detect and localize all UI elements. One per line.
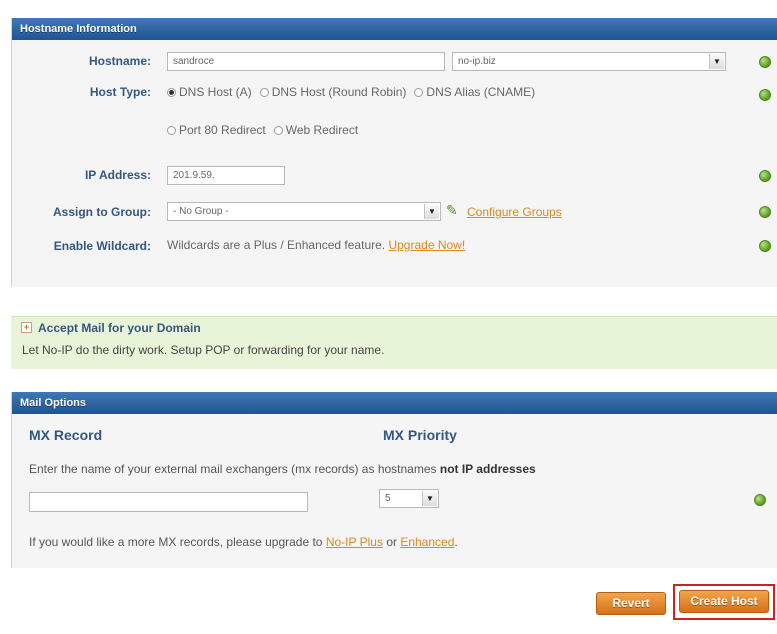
mx-priority-value: 5 — [385, 493, 391, 504]
host-type-label: Host Type: — [89, 85, 151, 99]
ip-address-input[interactable]: 201.9.59. — [167, 166, 285, 185]
host-type-options-row2: Port 80 Redirect Web Redirect — [167, 118, 366, 142]
wildcard-ok-icon — [759, 240, 771, 252]
hostname-label: Hostname: — [88, 54, 151, 68]
wildcard-text: Wildcards are a Plus / Enhanced feature.… — [167, 238, 465, 252]
mx-upgrade-note: If you would like a more MX records, ple… — [29, 535, 458, 549]
mx-record-heading: MX Record — [29, 427, 103, 443]
mx-instruction: Enter the name of your external mail exc… — [29, 462, 536, 476]
radio-icon[interactable] — [414, 88, 424, 97]
mx-instruction-bold: not IP addresses — [439, 462, 536, 476]
mx-priority-select[interactable]: 5 ▼ — [379, 489, 439, 508]
revert-button[interactable]: Revert — [596, 592, 666, 615]
host-type-web-redirect[interactable]: Web Redirect — [273, 123, 359, 137]
group-ok-icon — [759, 206, 771, 218]
host-type-round-robin-label: DNS Host (Round Robin) — [271, 85, 407, 99]
group-select[interactable]: - No Group - ▼ — [167, 202, 441, 221]
chevron-down-icon[interactable]: ▼ — [422, 491, 437, 506]
radio-icon[interactable] — [273, 126, 283, 135]
host-type-port80[interactable]: Port 80 Redirect — [167, 123, 266, 137]
host-type-ok-icon — [759, 89, 771, 101]
radio-icon[interactable] — [259, 88, 269, 97]
or-text: or — [386, 535, 397, 549]
create-host-button[interactable]: Create Host — [679, 590, 769, 613]
edit-groups-icon[interactable]: ✎ — [446, 202, 458, 219]
host-type-cname[interactable]: DNS Alias (CNAME) — [414, 85, 535, 99]
upgrade-now-link[interactable]: Upgrade Now! — [388, 238, 465, 252]
wildcard-message: Wildcards are a Plus / Enhanced feature. — [167, 238, 386, 252]
configure-groups-link[interactable]: Configure Groups — [467, 205, 562, 219]
accept-mail-text: Let No-IP do the dirty work. Setup POP o… — [22, 343, 385, 357]
mx-upgrade-text: If you would like a more MX records, ple… — [29, 535, 323, 549]
period-text: . — [454, 535, 458, 549]
ip-address-label: IP Address: — [84, 168, 151, 182]
host-type-round-robin[interactable]: DNS Host (Round Robin) — [259, 85, 407, 99]
chevron-down-icon[interactable]: ▼ — [709, 54, 724, 69]
host-type-web-redirect-label: Web Redirect — [285, 123, 359, 137]
mail-options-title: Mail Options — [12, 392, 777, 414]
host-type-dns-a[interactable]: DNS Host (A) — [167, 85, 252, 99]
accept-mail-panel: + Accept Mail for your Domain Let No-IP … — [11, 316, 777, 369]
hostname-ok-icon — [759, 56, 771, 68]
radio-selected-icon[interactable] — [167, 88, 176, 97]
expand-icon[interactable]: + — [21, 322, 32, 333]
wildcard-label: Enable Wildcard: — [53, 239, 151, 253]
domain-select[interactable]: no-ip.biz ▼ — [452, 52, 726, 71]
host-type-options-row1: DNS Host (A) DNS Host (Round Robin) DNS … — [167, 80, 543, 104]
host-type-port80-label: Port 80 Redirect — [179, 123, 266, 137]
mx-instruction-text: Enter the name of your external mail exc… — [29, 462, 437, 476]
accept-mail-title[interactable]: Accept Mail for your Domain — [38, 321, 201, 335]
hostname-input[interactable]: sandroce — [167, 52, 445, 71]
radio-icon[interactable] — [167, 126, 176, 135]
mx-record-input[interactable] — [29, 492, 308, 512]
enhanced-link[interactable]: Enhanced — [400, 535, 454, 549]
domain-select-value: no-ip.biz — [458, 56, 496, 67]
mx-priority-heading: MX Priority — [383, 427, 457, 443]
mx-ok-icon — [754, 494, 766, 506]
group-select-value: - No Group - — [173, 206, 229, 217]
host-type-cname-label: DNS Alias (CNAME) — [426, 85, 536, 99]
ip-ok-icon — [759, 170, 771, 182]
group-label: Assign to Group: — [53, 205, 151, 219]
no-ip-plus-link[interactable]: No-IP Plus — [326, 535, 383, 549]
chevron-down-icon[interactable]: ▼ — [424, 204, 439, 219]
host-type-dns-a-label: DNS Host (A) — [179, 85, 252, 99]
hostname-panel-title: Hostname Information — [12, 18, 777, 40]
